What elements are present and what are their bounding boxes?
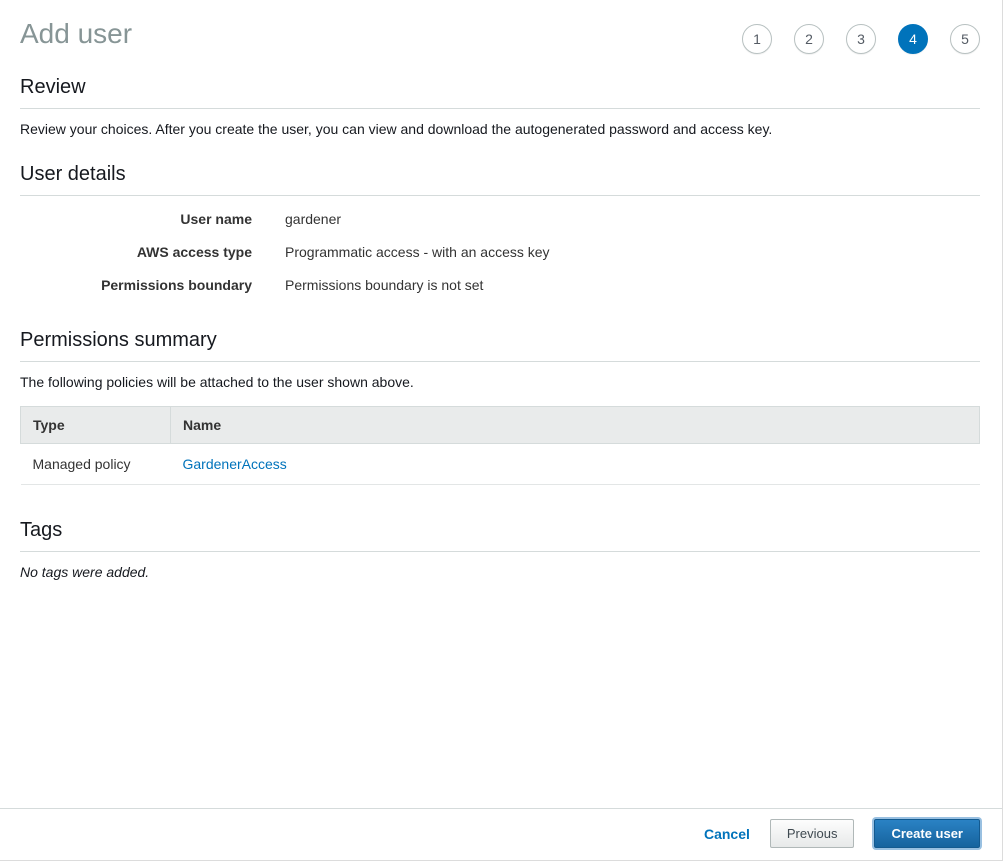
permissions-boundary-label: Permissions boundary	[20, 277, 252, 293]
divider	[20, 361, 980, 362]
wizard-footer: Cancel Previous Create user	[0, 808, 1002, 860]
step-indicator: 1 2 3 4 5	[742, 24, 980, 54]
wizard-header: Add user 1 2 3 4 5	[0, 0, 1002, 54]
user-details-heading: User details	[20, 163, 980, 186]
column-header-type: Type	[21, 407, 171, 444]
user-details-rows: User name gardener AWS access type Progr…	[20, 211, 980, 293]
step-4-active[interactable]: 4	[898, 24, 928, 54]
permissions-summary-description: The following policies will be attached …	[20, 374, 980, 390]
cancel-button[interactable]: Cancel	[704, 826, 750, 842]
policy-type-cell: Managed policy	[21, 444, 171, 485]
page-title: Add user	[20, 16, 132, 52]
detail-row-permissions-boundary: Permissions boundary Permissions boundar…	[20, 277, 980, 293]
review-section: Review Review your choices. After you cr…	[20, 76, 980, 137]
review-heading: Review	[20, 76, 980, 99]
divider	[20, 551, 980, 552]
table-row: Managed policy GardenerAccess	[21, 444, 980, 485]
policies-table: Type Name Managed policy GardenerAccess	[20, 406, 980, 485]
permissions-summary-heading: Permissions summary	[20, 329, 980, 352]
divider	[20, 195, 980, 196]
access-type-value: Programmatic access - with an access key	[285, 244, 550, 260]
create-user-button[interactable]: Create user	[874, 819, 980, 848]
access-type-label: AWS access type	[20, 244, 252, 260]
previous-button[interactable]: Previous	[770, 819, 855, 848]
step-5[interactable]: 5	[950, 24, 980, 54]
wizard-content: Review Review your choices. After you cr…	[0, 76, 1002, 580]
user-details-section: User details User name gardener AWS acce…	[20, 163, 980, 293]
add-user-wizard-page: Add user 1 2 3 4 5 Review Review your ch…	[0, 0, 1003, 861]
tags-empty-text: No tags were added.	[20, 564, 980, 580]
detail-row-access-type: AWS access type Programmatic access - wi…	[20, 244, 980, 260]
tags-heading: Tags	[20, 519, 980, 542]
tags-section: Tags No tags were added.	[20, 519, 980, 580]
permissions-summary-section: Permissions summary The following polici…	[20, 329, 980, 485]
step-2[interactable]: 2	[794, 24, 824, 54]
policy-name-cell: GardenerAccess	[171, 444, 980, 485]
policy-name-link[interactable]: GardenerAccess	[183, 456, 287, 472]
column-header-name: Name	[171, 407, 980, 444]
divider	[20, 108, 980, 109]
detail-row-user-name: User name gardener	[20, 211, 980, 227]
review-description: Review your choices. After you create th…	[20, 121, 980, 137]
step-1[interactable]: 1	[742, 24, 772, 54]
user-name-label: User name	[20, 211, 252, 227]
step-3[interactable]: 3	[846, 24, 876, 54]
user-name-value: gardener	[285, 211, 341, 227]
permissions-boundary-value: Permissions boundary is not set	[285, 277, 483, 293]
table-header-row: Type Name	[21, 407, 980, 444]
